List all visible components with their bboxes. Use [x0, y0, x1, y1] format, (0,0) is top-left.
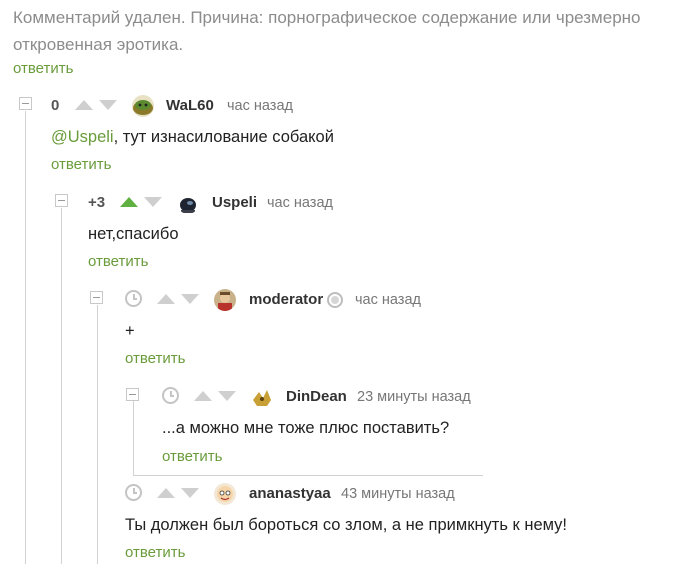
cartoon-face-avatar[interactable]: [214, 483, 236, 505]
thread-line: [97, 305, 98, 564]
yellow-bird-avatar[interactable]: [251, 386, 273, 408]
comment-time: 23 минуты назад: [357, 389, 471, 405]
green-dog-avatar[interactable]: [132, 95, 154, 117]
reply-button[interactable]: ответить: [13, 60, 73, 77]
comment-username[interactable]: DinDean: [286, 388, 347, 405]
comment-username[interactable]: ananastyaa: [249, 485, 331, 502]
collapse-toggle[interactable]: [55, 194, 68, 207]
comment-time: час назад: [355, 292, 421, 308]
moderator-badge-icon: [327, 292, 343, 308]
thread-line: [61, 208, 62, 564]
comment-time: час назад: [227, 98, 293, 114]
downvote-arrow-icon[interactable]: [99, 100, 117, 110]
comment-text: +: [125, 322, 135, 340]
upvote-arrow-icon[interactable]: [157, 294, 175, 304]
comment-username[interactable]: WaL60: [166, 97, 214, 114]
collapse-toggle[interactable]: [126, 388, 139, 401]
comment-rating: +3: [88, 194, 106, 211]
comment-username[interactable]: Uspeli: [212, 194, 257, 211]
moderator-avatar[interactable]: [214, 289, 236, 311]
reply-button[interactable]: ответить: [88, 253, 148, 270]
collapse-toggle[interactable]: [90, 291, 103, 304]
reply-button[interactable]: ответить: [125, 350, 185, 367]
collapse-toggle[interactable]: [19, 97, 32, 110]
clock-icon: [125, 290, 142, 307]
reply-button[interactable]: ответить: [125, 544, 185, 561]
thread-divider: [133, 475, 483, 476]
comment-username[interactable]: moderator: [249, 291, 323, 308]
downvote-arrow-icon[interactable]: [181, 488, 199, 498]
downvote-arrow-icon[interactable]: [181, 294, 199, 304]
thread-line: [25, 111, 26, 564]
comment-text: Ты должен был бороться со злом, а не при…: [125, 516, 567, 534]
upvote-arrow-icon[interactable]: [120, 197, 138, 207]
comment-text: ...а можно мне тоже плюс поставить?: [162, 419, 450, 437]
clock-icon: [125, 484, 142, 501]
upvote-arrow-icon[interactable]: [75, 100, 93, 110]
reply-button[interactable]: ответить: [162, 448, 222, 465]
comment-text: @Uspeli, тут изнасилование собакой: [51, 128, 334, 147]
downvote-arrow-icon[interactable]: [144, 197, 162, 207]
user-mention-link[interactable]: @Uspeli: [51, 128, 114, 146]
dark-helmet-avatar[interactable]: [177, 192, 199, 214]
comment-time: 43 минуты назад: [341, 486, 455, 502]
comment-time: час назад: [267, 195, 333, 211]
reply-button[interactable]: ответить: [51, 156, 111, 173]
comment-text: нет,спасибо: [88, 225, 179, 243]
downvote-arrow-icon[interactable]: [218, 391, 236, 401]
comment-rating: 0: [51, 97, 60, 114]
upvote-arrow-icon[interactable]: [194, 391, 212, 401]
clock-icon: [162, 387, 179, 404]
thread-line: [133, 400, 134, 475]
upvote-arrow-icon[interactable]: [157, 488, 175, 498]
comment-body: , тут изнасилование собакой: [113, 128, 334, 146]
deleted-comment-text: Комментарий удален. Причина: порнографич…: [13, 8, 641, 54]
